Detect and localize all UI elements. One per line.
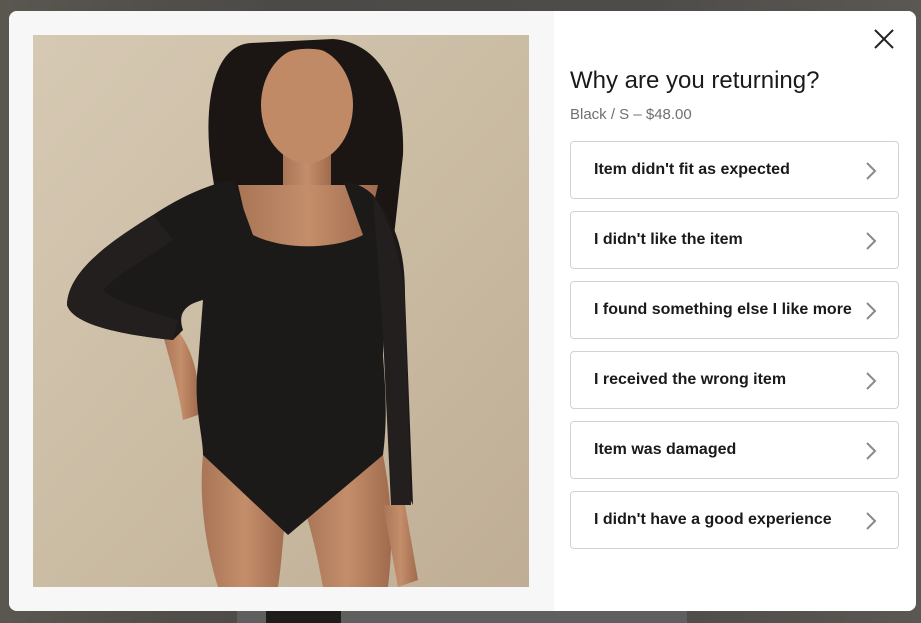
chevron-right-icon bbox=[866, 232, 877, 250]
chevron-right-icon bbox=[866, 512, 877, 530]
reason-label: I found something else I like more bbox=[594, 301, 852, 318]
reason-option-didnt-like[interactable]: I didn't like the item bbox=[570, 211, 899, 269]
reason-label: Item didn't fit as expected bbox=[594, 161, 790, 178]
reason-label: I received the wrong item bbox=[594, 371, 787, 388]
reason-option-didnt-fit[interactable]: Item didn't fit as expected bbox=[570, 141, 899, 199]
background-thumbnail bbox=[266, 610, 341, 623]
chevron-right-icon bbox=[866, 302, 877, 320]
chevron-right-icon bbox=[866, 372, 877, 390]
return-reason-list: Item didn't fit as expected I didn't lik… bbox=[570, 141, 899, 561]
reason-option-damaged[interactable]: Item was damaged bbox=[570, 421, 899, 479]
reason-option-found-else[interactable]: I found something else I like more bbox=[570, 281, 899, 339]
close-icon[interactable] bbox=[870, 25, 898, 53]
chevron-right-icon bbox=[866, 442, 877, 460]
return-reason-modal: Why are you returning? Black / S – $48.0… bbox=[9, 11, 916, 611]
product-image bbox=[33, 35, 529, 587]
reason-label: I didn't have a good experience bbox=[594, 511, 832, 528]
reason-option-wrong-item[interactable]: I received the wrong item bbox=[570, 351, 899, 409]
modal-title: Why are you returning? bbox=[570, 67, 820, 94]
return-reasons-panel: Why are you returning? Black / S – $48.0… bbox=[554, 11, 916, 611]
product-image-pane bbox=[9, 11, 554, 611]
reason-label: Item was damaged bbox=[594, 441, 737, 458]
chevron-right-icon bbox=[866, 162, 877, 180]
reason-option-bad-experience[interactable]: I didn't have a good experience bbox=[570, 491, 899, 549]
variant-price: Black / S – $48.00 bbox=[570, 106, 692, 123]
reason-label: I didn't like the item bbox=[594, 231, 743, 248]
